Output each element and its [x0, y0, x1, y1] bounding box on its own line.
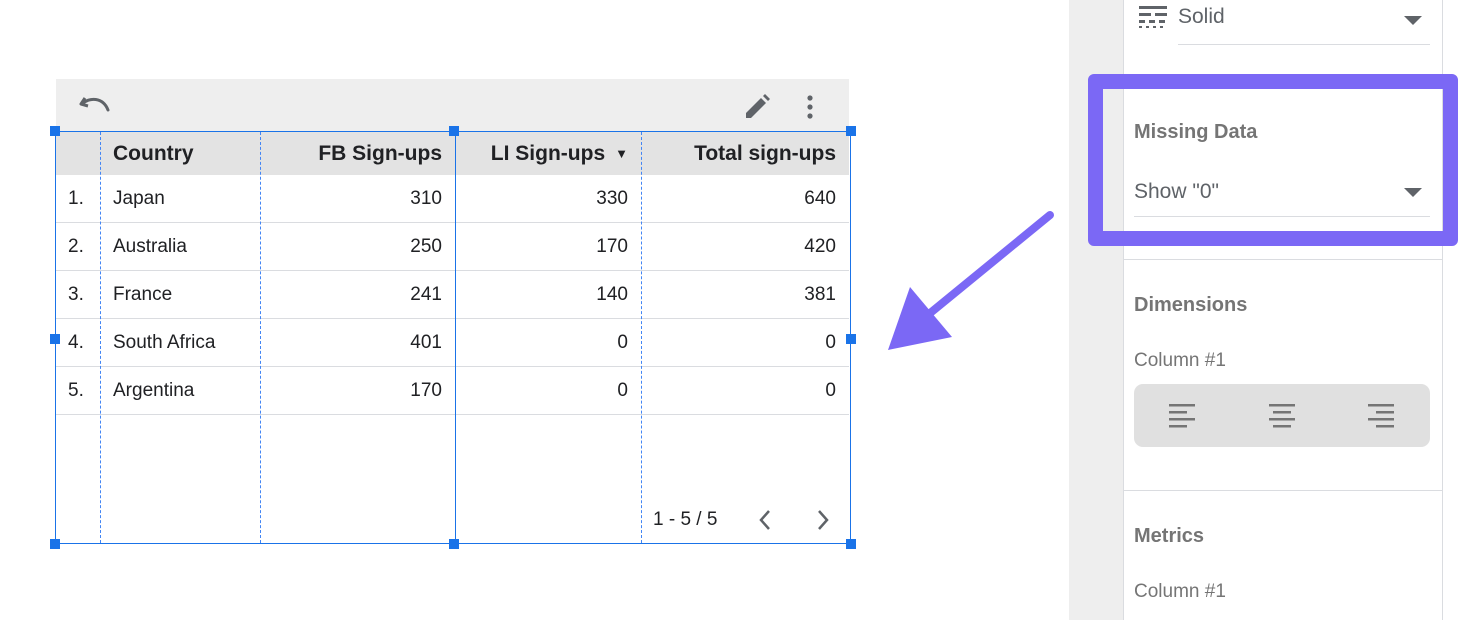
cell-li-signups: 330 [455, 175, 641, 223]
cell-li-signups: 140 [455, 270, 641, 319]
cell-total-signups: 420 [641, 222, 849, 271]
resize-handle-top[interactable] [449, 126, 459, 136]
section-divider [1123, 259, 1443, 260]
align-left-icon[interactable] [1167, 401, 1197, 431]
missing-data-value: Show "0" [1134, 180, 1219, 203]
line-style-dropdown[interactable]: Solid [1178, 0, 1430, 45]
resize-handle-bottom[interactable] [449, 539, 459, 549]
panel-gutter [1069, 0, 1123, 620]
undo-icon[interactable] [79, 94, 111, 116]
column-divider[interactable] [260, 132, 261, 543]
table-toolbar [56, 79, 849, 131]
resize-handle-right[interactable] [846, 334, 856, 344]
header-total-signups[interactable]: Total sign-ups [641, 132, 849, 175]
column-divider[interactable] [100, 132, 101, 543]
cell-fb-signups: 241 [260, 270, 455, 319]
table-row: 3. France 241 140 381 [56, 270, 849, 319]
align-right-icon[interactable] [1366, 401, 1396, 431]
row-index: 1. [56, 175, 100, 223]
header-country[interactable]: Country [100, 132, 260, 175]
dimensions-title: Dimensions [1134, 294, 1248, 316]
resize-handle-bottom-left[interactable] [50, 539, 60, 549]
chevron-down-icon [1404, 16, 1422, 25]
resize-handle-bottom-right[interactable] [846, 539, 856, 549]
resize-handle-top-right[interactable] [846, 126, 856, 136]
cell-country: France [100, 270, 260, 319]
cell-li-signups: 170 [455, 222, 641, 271]
column-divider[interactable] [641, 132, 642, 543]
data-table-widget[interactable]: Country FB Sign-ups LI Sign-ups ▼ Total s… [55, 131, 851, 544]
more-vert-icon[interactable] [800, 93, 820, 121]
row-index: 4. [56, 318, 100, 367]
header-li-signups-label: LI Sign-ups [490, 141, 606, 165]
cell-country: Australia [100, 222, 260, 271]
row-index: 3. [56, 270, 100, 319]
section-divider [1123, 86, 1443, 87]
cell-total-signups: 640 [641, 175, 849, 223]
cell-fb-signups: 250 [260, 222, 455, 271]
section-divider [1123, 490, 1443, 491]
chevron-down-icon [1404, 188, 1422, 197]
header-index [56, 132, 100, 175]
header-fb-signups[interactable]: FB Sign-ups [260, 132, 455, 175]
cell-fb-signups: 170 [260, 366, 455, 415]
dimensions-column-label: Column #1 [1134, 350, 1226, 371]
row-index: 5. [56, 366, 100, 415]
align-center-icon[interactable] [1267, 401, 1297, 431]
table-header-row: Country FB Sign-ups LI Sign-ups ▼ Total s… [56, 132, 849, 175]
pencil-icon[interactable] [742, 92, 772, 122]
data-table: Country FB Sign-ups LI Sign-ups ▼ Total s… [56, 132, 849, 415]
line-style-icon [1139, 6, 1167, 28]
cell-total-signups: 381 [641, 270, 849, 319]
row-index: 2. [56, 222, 100, 271]
cell-country: South Africa [100, 318, 260, 367]
line-style-value: Solid [1178, 5, 1225, 28]
column-divider[interactable] [455, 132, 456, 543]
resize-handle-top-left[interactable] [50, 126, 60, 136]
cell-country: Argentina [100, 366, 260, 415]
annotation-arrow-icon [888, 211, 1054, 350]
cell-total-signups: 0 [641, 366, 849, 415]
sort-descending-icon: ▼ [615, 145, 628, 161]
cell-fb-signups: 310 [260, 175, 455, 223]
alignment-toggle-group [1134, 384, 1430, 447]
header-li-signups[interactable]: LI Sign-ups ▼ [455, 132, 641, 175]
missing-data-dropdown[interactable]: Show "0" [1134, 172, 1430, 217]
cell-total-signups: 0 [641, 318, 849, 367]
cell-country: Japan [100, 175, 260, 223]
metrics-column-label: Column #1 [1134, 581, 1226, 602]
table-row: 4. South Africa 401 0 0 [56, 318, 849, 367]
cell-fb-signups: 401 [260, 318, 455, 367]
pagination-label: 1 - 5 / 5 [653, 509, 718, 530]
cell-li-signups: 0 [455, 318, 641, 367]
table-row: 5. Argentina 170 0 0 [56, 366, 849, 415]
table-row: 2. Australia 250 170 420 [56, 222, 849, 271]
resize-handle-left[interactable] [50, 334, 60, 344]
table-row: 1. Japan 310 330 640 [56, 175, 849, 223]
chevron-left-icon[interactable] [753, 505, 777, 535]
chevron-right-icon[interactable] [811, 505, 835, 535]
cell-li-signups: 0 [455, 366, 641, 415]
metrics-title: Metrics [1134, 525, 1205, 547]
missing-data-title: Missing Data [1134, 121, 1258, 143]
